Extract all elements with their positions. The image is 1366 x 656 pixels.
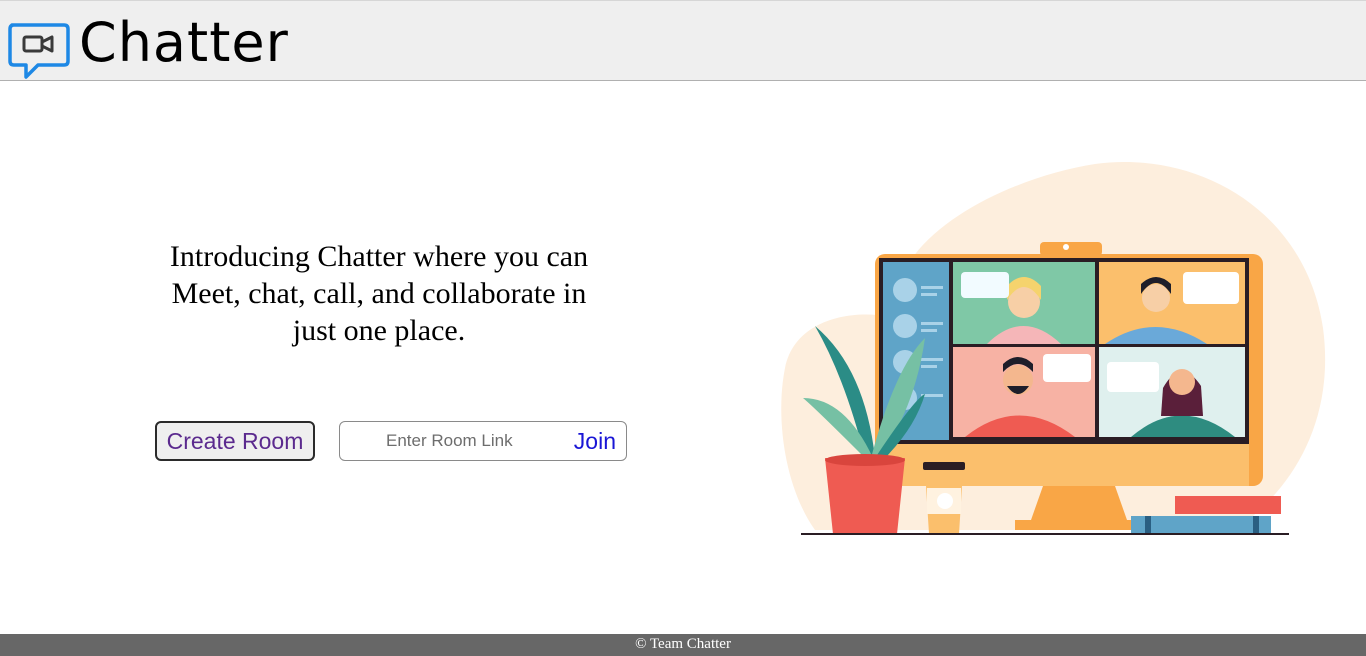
video-chat-bubble-icon[interactable] bbox=[6, 21, 72, 83]
room-link-input[interactable] bbox=[352, 422, 552, 460]
join-button[interactable]: Join bbox=[574, 428, 616, 455]
video-conference-illustration bbox=[781, 161, 1326, 535]
app-header: Chatter bbox=[0, 0, 1366, 81]
hero-tagline: Introducing Chatter where you can Meet, … bbox=[169, 240, 589, 347]
footer: © Team Chatter bbox=[0, 634, 1366, 656]
create-room-button[interactable]: Create Room bbox=[155, 421, 315, 461]
join-room-form: Join bbox=[339, 421, 627, 461]
brand-name[interactable]: Chatter bbox=[79, 7, 289, 79]
